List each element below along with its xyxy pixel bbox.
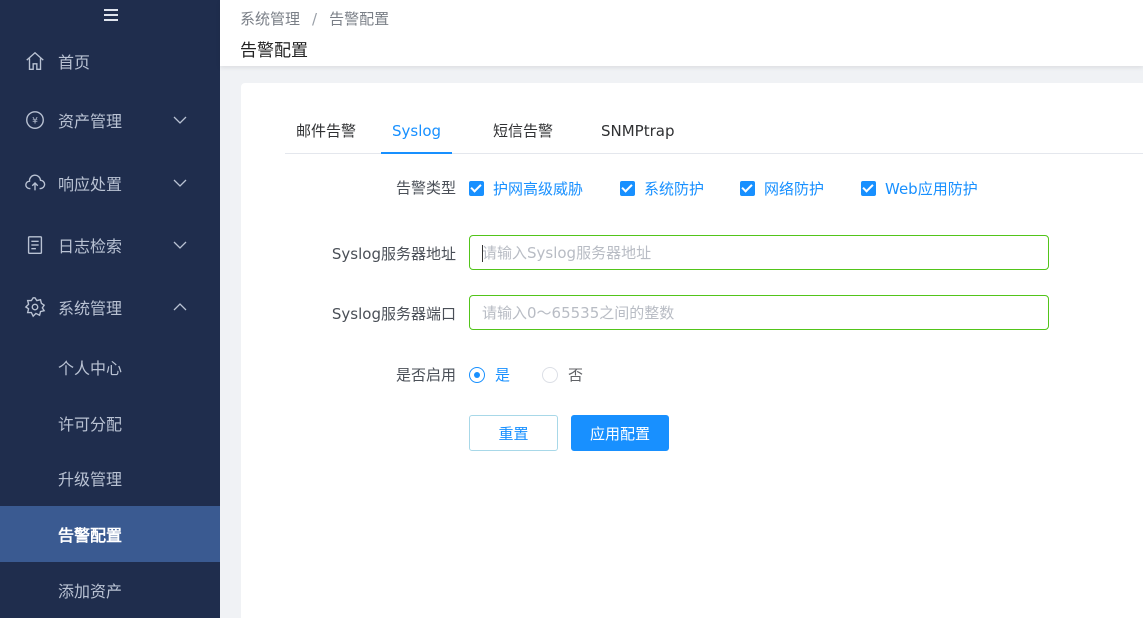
sidebar: 首页 ¥ 资产管理 响应处置 日志检索 系统管理 个人中心 许可分配 升级管理 … — [0, 0, 220, 618]
sidebar-subitem-label: 升级管理 — [58, 470, 123, 489]
page-title: 告警配置 — [240, 41, 308, 61]
sidebar-item-label: 日志检索 — [58, 237, 123, 256]
checkbox-label: Web应用防护 — [885, 180, 978, 198]
sidebar-item-log-search[interactable]: 日志检索 — [0, 217, 220, 273]
breadcrumb-item-system[interactable]: 系统管理 — [240, 10, 300, 28]
sidebar-subitem-license[interactable]: 许可分配 — [0, 395, 220, 451]
checkbox-web-protection[interactable]: Web应用防护 — [861, 178, 978, 199]
breadcrumb: 系统管理 / 告警配置 — [240, 8, 389, 29]
apply-config-button[interactable]: 应用配置 — [571, 415, 669, 451]
sidebar-subitem-upgrade[interactable]: 升级管理 — [0, 450, 220, 506]
sidebar-item-asset-management[interactable]: ¥ 资产管理 — [0, 92, 220, 148]
checkbox-label: 网络防护 — [764, 180, 825, 198]
alert-type-label: 告警类型 — [395, 179, 456, 197]
server-port-label: Syslog服务器端口 — [331, 305, 456, 323]
text-caret — [482, 245, 483, 262]
checkbox-label: 系统防护 — [644, 180, 705, 198]
server-port-input[interactable] — [469, 295, 1049, 330]
chevron-up-icon — [173, 303, 187, 311]
tab-syslog[interactable]: Syslog — [381, 113, 453, 154]
sidebar-subitem-label: 个人中心 — [58, 359, 123, 378]
chevron-down-icon — [173, 241, 187, 249]
breadcrumb-separator: / — [312, 10, 318, 28]
radio-checked-icon — [469, 366, 485, 383]
radio-unchecked-icon — [542, 366, 558, 383]
config-card: 邮件告警 Syslog 短信告警 SNMPtrap 告警类型 护网高级威胁 系统… — [241, 83, 1143, 618]
log-document-icon — [27, 236, 43, 254]
sidebar-item-label: 响应处置 — [58, 175, 123, 194]
server-address-input[interactable] — [469, 235, 1049, 270]
sidebar-item-label: 首页 — [58, 53, 91, 72]
home-icon — [26, 51, 44, 70]
sidebar-subitem-label: 告警配置 — [58, 526, 123, 545]
svg-text:¥: ¥ — [32, 116, 38, 127]
cloud-upload-icon — [25, 174, 46, 191]
radio-label: 是 — [495, 366, 511, 384]
menu-toggle-icon[interactable] — [100, 6, 122, 26]
sidebar-item-response[interactable]: 响应处置 — [0, 155, 220, 211]
sidebar-item-system-management[interactable]: 系统管理 — [0, 279, 220, 335]
checkbox-checked-icon — [469, 181, 484, 196]
checkbox-checked-icon — [740, 181, 755, 196]
page-header: 系统管理 / 告警配置 告警配置 — [220, 0, 1143, 66]
radio-enable-no[interactable]: 否 — [542, 364, 583, 385]
tab-bar: 邮件告警 Syslog 短信告警 SNMPtrap — [285, 113, 1143, 154]
sidebar-item-label: 资产管理 — [58, 112, 123, 131]
sidebar-subitem-personal-center[interactable]: 个人中心 — [0, 339, 220, 395]
sidebar-item-label: 系统管理 — [58, 299, 123, 318]
checkbox-checked-icon — [861, 181, 876, 196]
sidebar-subitem-label: 许可分配 — [58, 415, 123, 434]
reset-button[interactable]: 重置 — [469, 415, 558, 451]
asset-icon: ¥ — [26, 111, 44, 129]
sidebar-subitem-add-asset[interactable]: 添加资产 — [0, 562, 220, 618]
gear-icon — [24, 297, 46, 318]
tab-snmptrap[interactable]: SNMPtrap — [590, 113, 686, 154]
sidebar-subitem-label: 添加资产 — [58, 582, 123, 601]
tab-sms-alert[interactable]: 短信告警 — [482, 113, 564, 154]
chevron-down-icon — [173, 116, 187, 124]
sidebar-subitem-alert-config[interactable]: 告警配置 — [0, 506, 220, 562]
chevron-down-icon — [173, 179, 187, 187]
checkbox-network-protection[interactable]: 网络防护 — [740, 178, 824, 199]
checkbox-checked-icon — [620, 181, 635, 196]
checkbox-advanced-threat[interactable]: 护网高级威胁 — [469, 178, 583, 199]
radio-enable-yes[interactable]: 是 — [469, 364, 510, 385]
tab-email-alert[interactable]: 邮件告警 — [285, 113, 367, 154]
checkbox-label: 护网高级威胁 — [493, 180, 584, 198]
sidebar-item-home[interactable]: 首页 — [0, 33, 220, 89]
checkbox-system-protection[interactable]: 系统防护 — [620, 178, 704, 199]
enable-label: 是否启用 — [395, 366, 456, 384]
server-address-label: Syslog服务器地址 — [331, 245, 456, 263]
radio-label: 否 — [568, 366, 584, 384]
breadcrumb-item-current: 告警配置 — [329, 10, 390, 28]
